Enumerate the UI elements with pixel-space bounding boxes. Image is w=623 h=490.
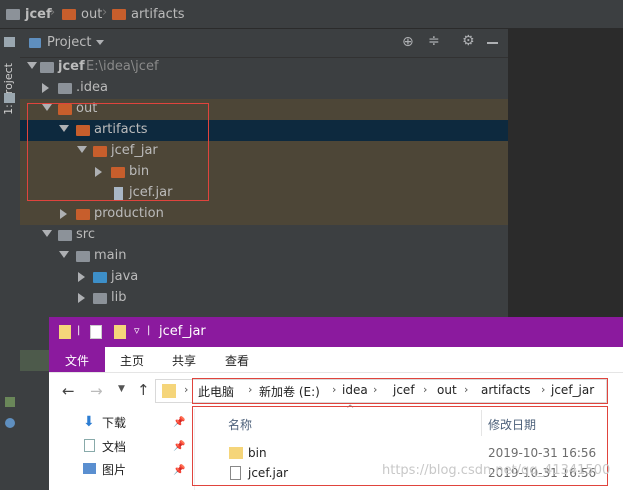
annotation-box xyxy=(192,378,608,404)
panel-title[interactable]: Project xyxy=(47,35,91,50)
folder-icon xyxy=(76,209,90,220)
expanded-arrow-icon[interactable] xyxy=(59,251,69,258)
folder-icon xyxy=(4,93,15,103)
expanded-arrow-icon[interactable] xyxy=(27,62,37,69)
tree-row-idea[interactable]: .idea xyxy=(20,78,508,99)
tree-row-production[interactable]: production xyxy=(20,204,508,225)
tool-window-strip: 1: Project xyxy=(0,29,21,490)
breadcrumb-jcef[interactable]: jcef xyxy=(6,6,52,22)
tree-row-highlight xyxy=(20,350,49,371)
tree-row-lib[interactable]: lib xyxy=(20,288,508,309)
favorites-icon[interactable] xyxy=(5,418,15,428)
nav-item-pictures[interactable]: 图片 xyxy=(102,461,126,478)
window-title: jcef_jar xyxy=(159,324,206,339)
tab-file[interactable]: 文件 xyxy=(49,347,105,372)
breadcrumb-separator: › xyxy=(102,5,108,20)
folder-icon xyxy=(62,8,76,20)
project-panel-toolbar: Project ⊕ ≑ ⚙ xyxy=(20,29,508,58)
download-icon: ⬇ xyxy=(83,414,95,430)
tree-row-jcef[interactable]: jcef E:\idea\jcef xyxy=(20,57,508,78)
up-arrow-icon[interactable]: ↑ xyxy=(137,381,150,399)
watermark: https://blog.csdn.net/qq_41341500 xyxy=(382,463,611,478)
nav-item-downloads[interactable]: 下载 xyxy=(102,414,126,431)
nav-item-documents[interactable]: 文档 xyxy=(102,438,126,455)
tree-row-main[interactable]: main xyxy=(20,246,508,267)
chevron-down-icon[interactable] xyxy=(96,40,104,45)
project-view-icon xyxy=(29,38,41,48)
back-arrow-icon[interactable]: ← xyxy=(62,382,75,400)
module-folder-icon xyxy=(40,62,54,73)
breadcrumb-artifacts[interactable]: artifacts xyxy=(112,6,185,22)
collapsed-arrow-icon[interactable] xyxy=(78,293,85,303)
quick-access-dropdown-icon[interactable]: ▿ xyxy=(134,324,140,337)
pin-icon[interactable]: 📌 xyxy=(173,465,185,476)
collapsed-arrow-icon[interactable] xyxy=(78,272,85,282)
collapse-all-icon[interactable]: ≑ xyxy=(428,33,440,49)
folder-icon xyxy=(58,230,72,241)
divider: | xyxy=(77,325,81,336)
explorer-title-bar: | ▿ | jcef_jar xyxy=(49,317,623,347)
project-folder-icon xyxy=(4,37,15,47)
side-tab-project[interactable]: 1: Project xyxy=(2,63,15,115)
expanded-arrow-icon[interactable] xyxy=(42,230,52,237)
recent-locations-icon[interactable]: ▼ xyxy=(118,384,125,394)
structure-icon[interactable] xyxy=(5,397,15,407)
gear-icon[interactable]: ⚙ xyxy=(462,33,475,49)
tab-home[interactable]: 主页 xyxy=(120,352,144,369)
pin-icon[interactable]: 📌 xyxy=(173,417,185,428)
folder-icon xyxy=(76,251,90,262)
source-folder-icon xyxy=(93,272,107,283)
folder-icon xyxy=(162,384,176,398)
tree-row-src[interactable]: src xyxy=(20,225,508,246)
annotation-box xyxy=(27,103,209,201)
new-folder-icon[interactable] xyxy=(114,325,126,339)
properties-icon[interactable] xyxy=(90,325,102,339)
hide-icon[interactable] xyxy=(487,42,498,44)
tab-view[interactable]: 查看 xyxy=(225,352,249,369)
tree-row-java[interactable]: java xyxy=(20,267,508,288)
navigation-bar: jcef › out › artifacts xyxy=(0,0,623,29)
folder-icon xyxy=(58,83,72,94)
navigation-pane: ⬇ 下载 📌 文档 📌 图片 📌 xyxy=(49,409,195,490)
breadcrumb-separator: › xyxy=(50,5,56,20)
pin-icon[interactable]: 📌 xyxy=(173,441,185,452)
collapsed-arrow-icon[interactable] xyxy=(60,209,67,219)
folder-icon xyxy=(93,293,107,304)
module-folder-icon xyxy=(6,8,20,20)
collapsed-arrow-icon[interactable] xyxy=(42,83,49,93)
forward-arrow-icon[interactable]: → xyxy=(90,382,103,400)
locate-icon[interactable]: ⊕ xyxy=(402,34,414,50)
divider: | xyxy=(147,325,151,336)
pictures-icon xyxy=(83,463,96,474)
folder-icon xyxy=(112,8,126,20)
folder-icon xyxy=(59,325,71,339)
document-icon xyxy=(84,439,95,452)
breadcrumb-out[interactable]: out xyxy=(62,6,102,22)
tab-share[interactable]: 共享 xyxy=(172,352,196,369)
